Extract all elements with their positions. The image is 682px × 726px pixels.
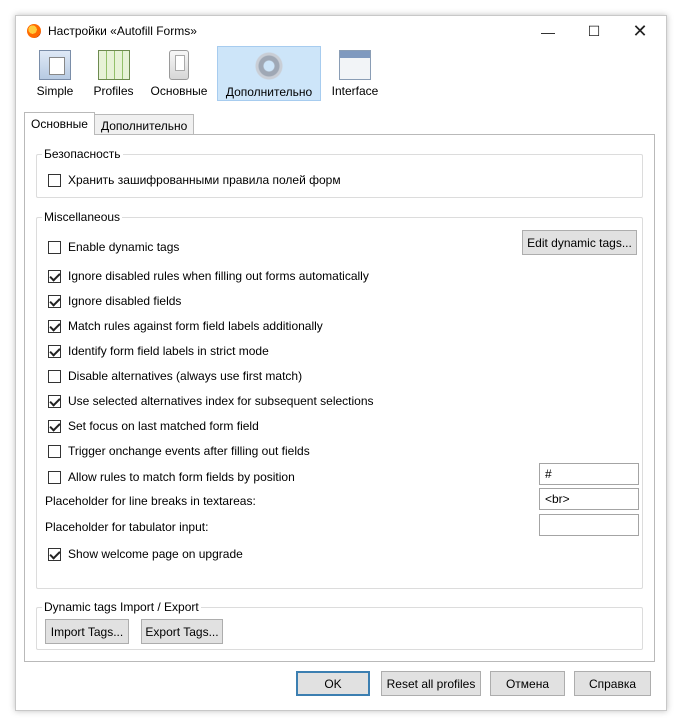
encrypt-rules-option[interactable]: Хранить зашифрованными правила полей фор…	[48, 172, 341, 188]
reset-profiles-button[interactable]: Reset all profiles	[381, 671, 481, 696]
misc-option-label: Set focus on last matched form field	[68, 419, 259, 433]
maximize-button[interactable]: ☐	[571, 16, 617, 47]
misc-option[interactable]: Identify form field labels in strict mod…	[48, 343, 269, 359]
encrypt-rules-label: Хранить зашифрованными правила полей фор…	[68, 173, 341, 187]
position-marker-input[interactable]	[539, 463, 639, 485]
misc-option-checkbox[interactable]	[48, 419, 61, 433]
misc-option-checkbox[interactable]	[48, 294, 61, 308]
ok-button[interactable]: OK	[296, 671, 370, 696]
spreadsheet-icon	[97, 50, 130, 80]
misc-option-checkbox[interactable]	[48, 269, 61, 283]
misc-option-checkbox[interactable]	[48, 344, 61, 358]
window-icon	[339, 50, 371, 80]
misc-option[interactable]: Disable alternatives (always use first m…	[48, 368, 302, 384]
toolbar-advanced-button[interactable]: Дополнительно	[217, 46, 321, 101]
toolbar-interface-label: Interface	[331, 84, 379, 98]
firefox-icon	[27, 24, 41, 38]
switch-icon	[169, 50, 189, 80]
line-breaks-input[interactable]	[539, 488, 639, 510]
tab-panel: Безопасность Хранить зашифрованными прав…	[24, 134, 655, 662]
misc-option-checkbox[interactable]	[48, 470, 61, 484]
security-group-title: Безопасность	[42, 147, 123, 161]
misc-group-title: Miscellaneous	[42, 210, 123, 224]
misc-option-label: Ignore disabled rules when filling out f…	[68, 269, 369, 283]
misc-option[interactable]: Use selected alternatives index for subs…	[48, 393, 374, 409]
toolbar-simple-button[interactable]: Simple	[24, 46, 86, 101]
toolbar-interface-button[interactable]: Interface	[321, 46, 389, 101]
close-button[interactable]: ✕	[617, 16, 663, 47]
minimize-button[interactable]: —	[525, 16, 571, 47]
category-toolbar: Simple Profiles Основные Дополнительно I…	[24, 46, 389, 102]
tab-advanced[interactable]: Дополнительно	[93, 114, 195, 134]
import-tags-button[interactable]: Import Tags...	[45, 619, 129, 644]
misc-option-label: Identify form field labels in strict mod…	[68, 344, 269, 358]
line-breaks-label: Placeholder for line breaks in textareas…	[45, 494, 256, 508]
toolbar-simple-label: Simple	[36, 84, 74, 98]
misc-option[interactable]: Set focus on last matched form field	[48, 418, 259, 434]
title-bar[interactable]: Настройки «Autofill Forms» — ☐ ✕	[16, 16, 666, 47]
misc-option-label: Match rules against form field labels ad…	[68, 319, 323, 333]
toolbar-profiles-label: Profiles	[93, 84, 134, 98]
misc-option-checkbox[interactable]	[48, 319, 61, 333]
help-button[interactable]: Справка	[574, 671, 651, 696]
toolbar-basic-button[interactable]: Основные	[141, 46, 217, 101]
security-group: Безопасность Хранить зашифрованными прав…	[36, 147, 643, 198]
settings-window: Настройки «Autofill Forms» — ☐ ✕ Simple …	[15, 15, 667, 711]
misc-option-checkbox[interactable]	[48, 369, 61, 383]
export-tags-button[interactable]: Export Tags...	[141, 619, 223, 644]
misc-option-label: Ignore disabled fields	[68, 294, 182, 308]
gear-icon	[253, 51, 285, 81]
toolbar-basic-label: Основные	[150, 84, 208, 98]
encrypt-rules-checkbox[interactable]	[48, 173, 61, 187]
misc-option-checkbox[interactable]	[48, 444, 61, 458]
cancel-button[interactable]: Отмена	[490, 671, 565, 696]
misc-group: Miscellaneous Enable dynamic tags Edit d…	[36, 210, 643, 589]
misc-option-label: Trigger onchange events after filling ou…	[68, 444, 310, 458]
toolbar-profiles-button[interactable]: Profiles	[86, 46, 141, 101]
window-title: Настройки «Autofill Forms»	[48, 24, 197, 38]
misc-option[interactable]: Allow rules to match form fields by posi…	[48, 469, 295, 485]
dynamic-tags-group: Dynamic tags Import / Export Import Tags…	[36, 600, 643, 650]
welcome-page-option[interactable]: Show welcome page on upgrade	[48, 546, 243, 562]
welcome-page-checkbox[interactable]	[48, 547, 61, 561]
tabulator-label: Placeholder for tabulator input:	[45, 520, 209, 534]
edit-dynamic-tags-button[interactable]: Edit dynamic tags...	[522, 230, 637, 255]
misc-option[interactable]: Ignore disabled fields	[48, 293, 181, 309]
document-icon	[39, 50, 71, 80]
toolbar-advanced-label: Дополнительно	[225, 85, 313, 99]
misc-option[interactable]: Ignore disabled rules when filling out f…	[48, 268, 369, 284]
misc-option[interactable]: Match rules against form field labels ad…	[48, 318, 323, 334]
misc-option-label: Enable dynamic tags	[68, 240, 180, 254]
misc-option-label: Disable alternatives (always use first m…	[68, 369, 303, 383]
tabulator-input[interactable]	[539, 514, 639, 536]
misc-option-label: Allow rules to match form fields by posi…	[68, 470, 295, 484]
misc-option-checkbox[interactable]	[48, 240, 61, 254]
dynamic-tags-group-title: Dynamic tags Import / Export	[42, 600, 201, 614]
misc-option-label: Use selected alternatives index for subs…	[68, 394, 374, 408]
misc-option-checkbox[interactable]	[48, 394, 61, 408]
welcome-page-label: Show welcome page on upgrade	[68, 547, 243, 561]
tab-basic[interactable]: Основные	[24, 112, 95, 135]
tab-strip: Основные Дополнительно	[24, 112, 195, 135]
misc-option[interactable]: Enable dynamic tags	[48, 239, 179, 255]
misc-option[interactable]: Trigger onchange events after filling ou…	[48, 443, 310, 459]
